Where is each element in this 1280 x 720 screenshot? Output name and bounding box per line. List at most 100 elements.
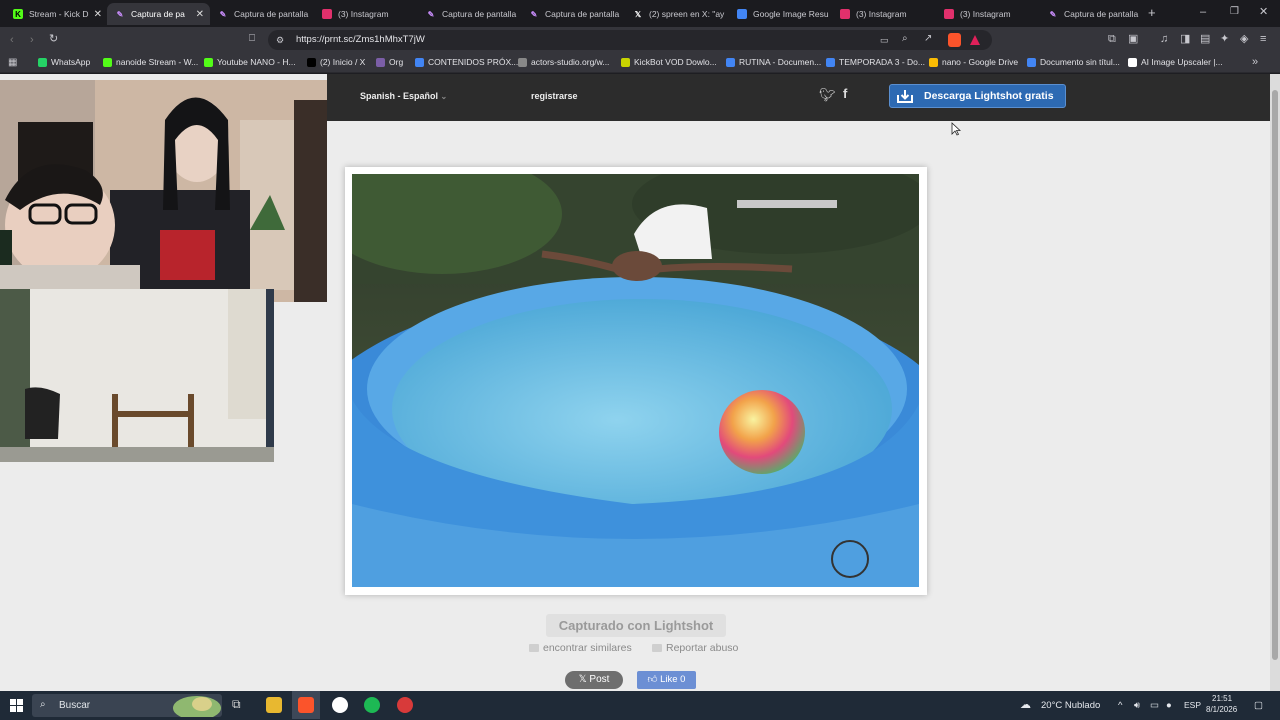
bookmark-label: TEMPORADA 3 - Do...: [839, 57, 925, 67]
windows-start-icon[interactable]: [10, 699, 23, 712]
brave-shields-icon[interactable]: [948, 33, 961, 47]
bookmark-item[interactable]: Documento sin títul...: [1027, 57, 1120, 67]
browser-tab[interactable]: Google Image Resu: [729, 3, 832, 25]
sidebar-icon[interactable]: ◨: [1180, 33, 1190, 45]
share-icon[interactable]: ↗: [924, 33, 932, 45]
bookmark-item[interactable]: nano - Google Drive: [929, 57, 1018, 67]
restore-icon[interactable]: ❐: [1230, 6, 1239, 18]
notifications-icon[interactable]: ▢: [1254, 700, 1263, 711]
bookmark-item[interactable]: actors-studio.org/w...: [518, 57, 609, 67]
bookmark-label: KickBot VOD Dowlo...: [634, 57, 717, 67]
find-similar-link[interactable]: encontrar similares: [529, 642, 632, 654]
more-bookmarks-icon[interactable]: »: [1252, 56, 1258, 68]
ai-icon[interactable]: ✦: [1220, 33, 1229, 45]
bookmark-item[interactable]: Org: [376, 57, 403, 67]
kick-icon: K: [13, 9, 23, 19]
browser-tab[interactable]: ✎ Captura de pa ✕: [107, 3, 210, 25]
tab-label: Captura de pantalla: [545, 9, 620, 19]
microphone-icon[interactable]: ●: [1166, 700, 1172, 711]
scrollbar-thumb[interactable]: [1272, 90, 1278, 660]
taskbar-search[interactable]: ⌕ Buscar: [32, 694, 222, 717]
bookmark-item[interactable]: TEMPORADA 3 - Do...: [826, 57, 925, 67]
forward-icon[interactable]: ›: [30, 34, 34, 46]
bookmark-favicon-icon: [726, 57, 735, 67]
browser-tab[interactable]: (3) Instagram: [832, 3, 935, 25]
like-label: Like 0: [660, 674, 686, 685]
page-scrollbar[interactable]: [1270, 74, 1280, 691]
network-icon[interactable]: ▭: [1150, 700, 1159, 711]
bookmark-item[interactable]: CONTENIDOS PRÓX...: [415, 57, 518, 67]
bookmark-item[interactable]: RUTINA - Documen...: [726, 57, 821, 67]
browser-tab[interactable]: (3) Instagram: [314, 3, 417, 25]
captured-with-lightshot-label: Capturado con Lightshot: [546, 614, 726, 637]
brave-rewards-icon[interactable]: [970, 35, 980, 45]
brave-icon[interactable]: [298, 697, 314, 713]
capcut-icon[interactable]: [332, 697, 348, 713]
task-view-icon[interactable]: ⧉: [232, 697, 248, 713]
bookmark-item[interactable]: (2) Inicio / X: [307, 57, 365, 67]
facebook-like-button[interactable]: 👍︎ Like 0: [637, 671, 696, 689]
weather-text[interactable]: 20°C Nublado: [1041, 700, 1100, 711]
media-icon[interactable]: ♫: [1160, 33, 1168, 45]
bookmark-item[interactable]: KickBot VOD Dowlo...: [621, 57, 717, 67]
bookmark-label: actors-studio.org/w...: [531, 57, 610, 67]
minimize-icon[interactable]: –: [1200, 6, 1206, 18]
new-tab-icon[interactable]: +: [1148, 6, 1156, 19]
browser-tab[interactable]: 𝕏 (2) spreen en X: "ay: [625, 3, 728, 25]
bookmark-label: nanoide Stream - W...: [116, 57, 199, 67]
search-icon: ⌕: [40, 699, 46, 710]
bookmark-item[interactable]: nanoide Stream - W...: [103, 57, 198, 67]
twitter-icon[interactable]: 🐦︎: [819, 88, 836, 101]
language-select[interactable]: Spanish - Español ⌄: [360, 91, 447, 101]
zoom-icon[interactable]: ⌕: [902, 33, 908, 45]
tray-chevron-icon[interactable]: ^: [1118, 700, 1122, 711]
feather-icon: ✎: [427, 9, 435, 19]
close-tab-icon[interactable]: ✕: [196, 9, 204, 20]
navigation-bar: ‹ › ↻ ⎕ ⚙ https://prnt.sc/Zms1hMhxT7jW ▭…: [0, 27, 1280, 53]
browser-tab[interactable]: K Stream - Kick D ✕: [5, 3, 108, 25]
apps-grid-icon[interactable]: ▦: [8, 57, 17, 69]
bookmark-item[interactable]: WhatsApp: [38, 57, 90, 67]
bookmark-item[interactable]: Youtube NANO - H...: [204, 57, 296, 67]
reload-icon[interactable]: ↻: [49, 33, 58, 45]
site-settings-icon[interactable]: ⚙: [276, 34, 284, 46]
close-window-icon[interactable]: ✕: [1259, 6, 1268, 18]
bookmark-favicon-icon: [415, 57, 424, 67]
clock-time[interactable]: 21:51: [1212, 694, 1232, 703]
tab-label: Captura de pantalla: [442, 9, 517, 19]
spotify-icon[interactable]: [364, 697, 380, 713]
file-explorer-icon[interactable]: [266, 697, 282, 713]
image-icon: [529, 644, 539, 652]
wallet-icon[interactable]: ▣: [1128, 33, 1138, 45]
browser-tab[interactable]: ✎ Captura de pantalla: [521, 3, 624, 25]
close-tab-icon[interactable]: ✕: [94, 9, 102, 20]
chevron-down-icon: ⌄: [440, 92, 448, 101]
x-post-button[interactable]: 𝕏 Post: [565, 671, 623, 689]
address-bar[interactable]: ⚙ https://prnt.sc/Zms1hMhxT7jW ▭ ⌕ ↗: [268, 30, 992, 50]
browser-tab[interactable]: ✎ Captura de pantalla: [418, 3, 521, 25]
register-link[interactable]: registrarse: [531, 91, 578, 101]
back-icon[interactable]: ‹: [10, 34, 14, 46]
browser-tab[interactable]: ✎ Captura de pantalla: [1040, 3, 1143, 25]
webcam-overlay-room: [0, 289, 274, 462]
download-lightshot-button[interactable]: Descarga Lightshot gratis: [889, 84, 1066, 108]
tab-label: Captura de pa: [131, 9, 185, 19]
obs-icon[interactable]: [397, 697, 413, 713]
volume-icon[interactable]: 🔊︎: [1134, 700, 1140, 711]
input-language[interactable]: ESP: [1184, 700, 1201, 710]
vpn-icon[interactable]: ◈: [1240, 33, 1248, 45]
extensions-icon[interactable]: ⧉: [1108, 33, 1116, 45]
cast-icon[interactable]: ▭: [880, 34, 889, 46]
bookmark-icon[interactable]: ⎕: [249, 33, 255, 45]
bookmark-favicon-icon: [518, 57, 527, 67]
clock-date[interactable]: 8/1/2026: [1206, 705, 1237, 714]
bookmark-label: AI Image Upscaler |...: [1141, 57, 1223, 67]
menu-icon[interactable]: ≡: [1260, 33, 1266, 45]
report-abuse-link[interactable]: Reportar abuso: [652, 642, 738, 654]
facebook-icon[interactable]: f: [843, 87, 847, 100]
browser-tab[interactable]: (3) Instagram: [936, 3, 1039, 25]
reader-icon[interactable]: ▤: [1200, 33, 1210, 45]
tab-label: (2) spreen en X: "ay: [649, 9, 725, 19]
bookmark-item[interactable]: AI Image Upscaler |...: [1128, 57, 1223, 67]
browser-tab[interactable]: ✎ Captura de pantalla: [210, 3, 313, 25]
